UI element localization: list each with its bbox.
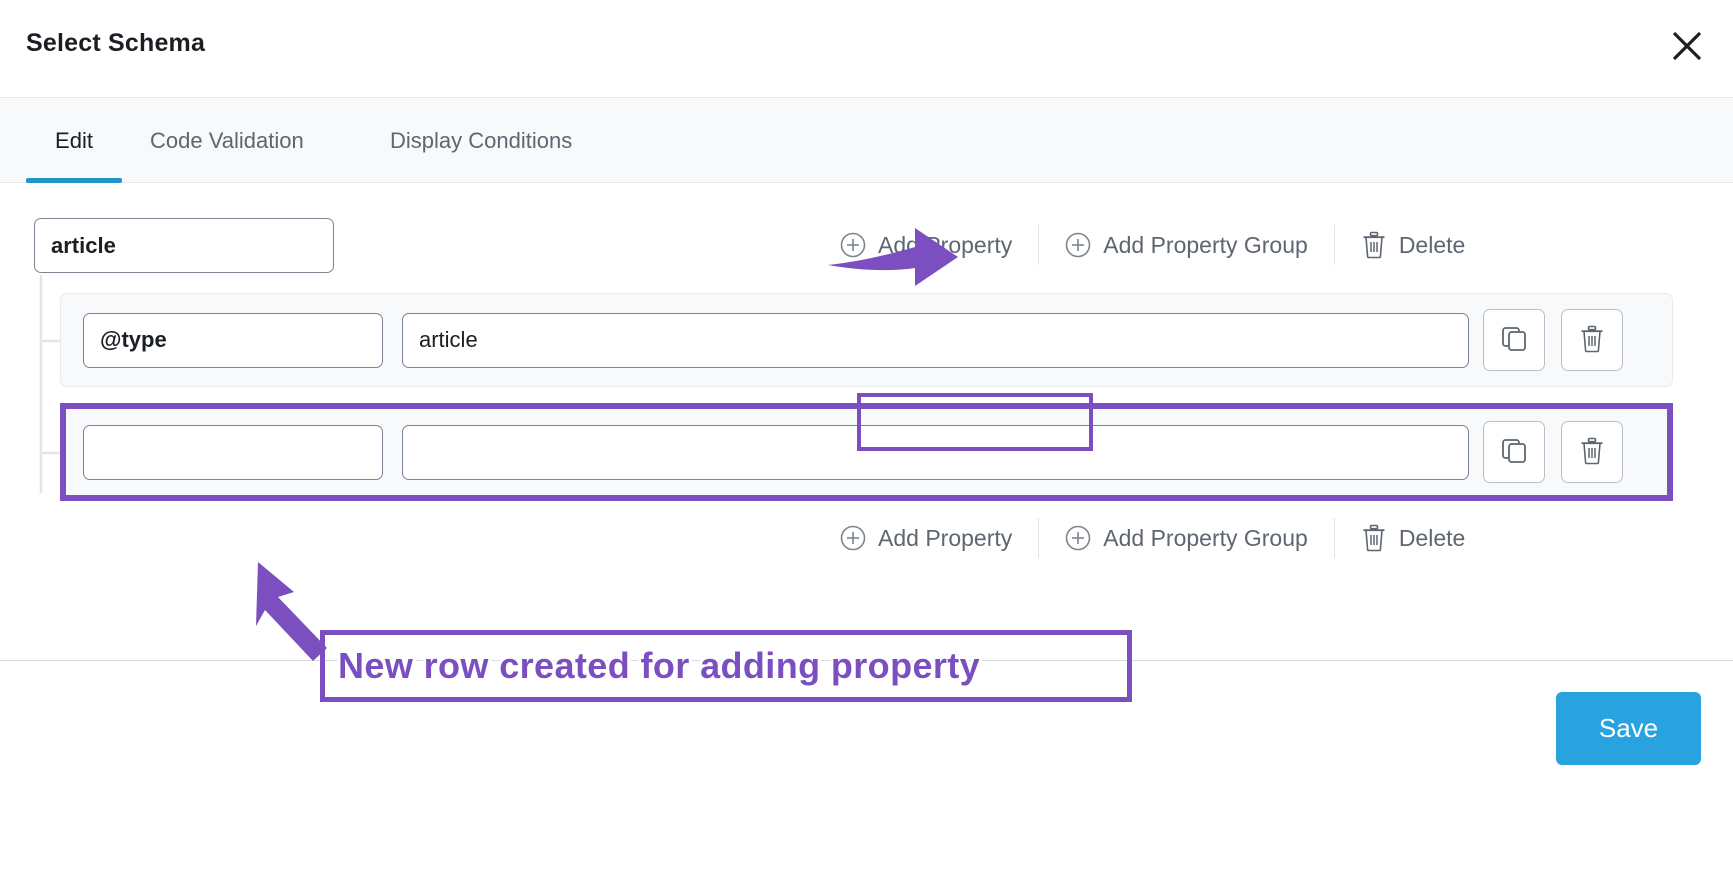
duplicate-property-button[interactable] [1483, 421, 1545, 483]
schema-name-input[interactable] [34, 218, 334, 273]
toolbar-divider [1038, 225, 1040, 265]
delete-property-button[interactable] [1561, 309, 1623, 371]
add-property-group-button-top[interactable]: Add Property Group [1055, 226, 1318, 265]
close-icon [1670, 29, 1704, 63]
trash-icon [1361, 524, 1387, 552]
tab-edit-label: Edit [55, 127, 93, 153]
tab-code-validation[interactable]: Code Validation [148, 98, 306, 183]
plus-circle-icon [1065, 232, 1091, 258]
add-property-group-label-bottom: Add Property Group [1103, 524, 1308, 551]
tab-bar: Edit Code Validation Display Conditions [0, 98, 1733, 183]
delete-button-top[interactable]: Delete [1351, 225, 1475, 265]
footer-divider [0, 660, 1733, 661]
select-schema-modal: Select Schema Edit Code Validation Displ… [0, 0, 1733, 883]
toolbar-top: Add Property Add Property Group Delete [830, 220, 1475, 270]
add-property-button-bottom[interactable]: Add Property [830, 519, 1022, 558]
save-button[interactable]: Save [1556, 692, 1701, 765]
table-row [60, 405, 1673, 499]
table-row [60, 293, 1673, 387]
add-property-button-top[interactable]: Add Property [830, 226, 1022, 265]
property-value-input[interactable] [402, 312, 1469, 368]
plus-circle-icon [840, 525, 866, 551]
copy-icon [1500, 437, 1528, 468]
close-button[interactable] [1663, 22, 1711, 70]
trash-icon [1361, 231, 1387, 259]
trash-icon [1579, 325, 1605, 356]
add-property-group-label-top: Add Property Group [1103, 231, 1308, 258]
modal-header: Select Schema [0, 0, 1733, 98]
delete-property-button[interactable] [1561, 421, 1623, 483]
delete-label-top: Delete [1398, 231, 1466, 258]
plus-circle-icon [1065, 525, 1091, 551]
toolbar-divider [1038, 518, 1040, 558]
property-value-input[interactable] [402, 424, 1469, 480]
tab-display-conditions[interactable]: Display Conditions [388, 98, 574, 183]
toolbar-divider [1333, 518, 1335, 558]
tab-edit[interactable]: Edit [26, 98, 122, 183]
copy-icon [1500, 325, 1528, 356]
page-title: Select Schema [26, 29, 206, 57]
delete-label-bottom: Delete [1398, 524, 1466, 551]
toolbar-divider [1333, 225, 1335, 265]
property-key-input[interactable] [83, 312, 383, 368]
duplicate-property-button[interactable] [1483, 309, 1545, 371]
add-property-group-button-bottom[interactable]: Add Property Group [1055, 519, 1318, 558]
property-key-input[interactable] [83, 424, 383, 480]
tab-display-conditions-label: Display Conditions [390, 127, 573, 153]
plus-circle-icon [840, 232, 866, 258]
toolbar-bottom: Add Property Add Property Group Delete [830, 513, 1475, 563]
add-property-label-bottom: Add Property [878, 524, 1013, 551]
tab-code-validation-label: Code Validation [150, 127, 304, 153]
delete-button-bottom[interactable]: Delete [1351, 518, 1475, 558]
schema-editor-body: Add Property Add Property Group [0, 183, 1733, 661]
trash-icon [1579, 437, 1605, 468]
add-property-label-top: Add Property [878, 231, 1013, 258]
